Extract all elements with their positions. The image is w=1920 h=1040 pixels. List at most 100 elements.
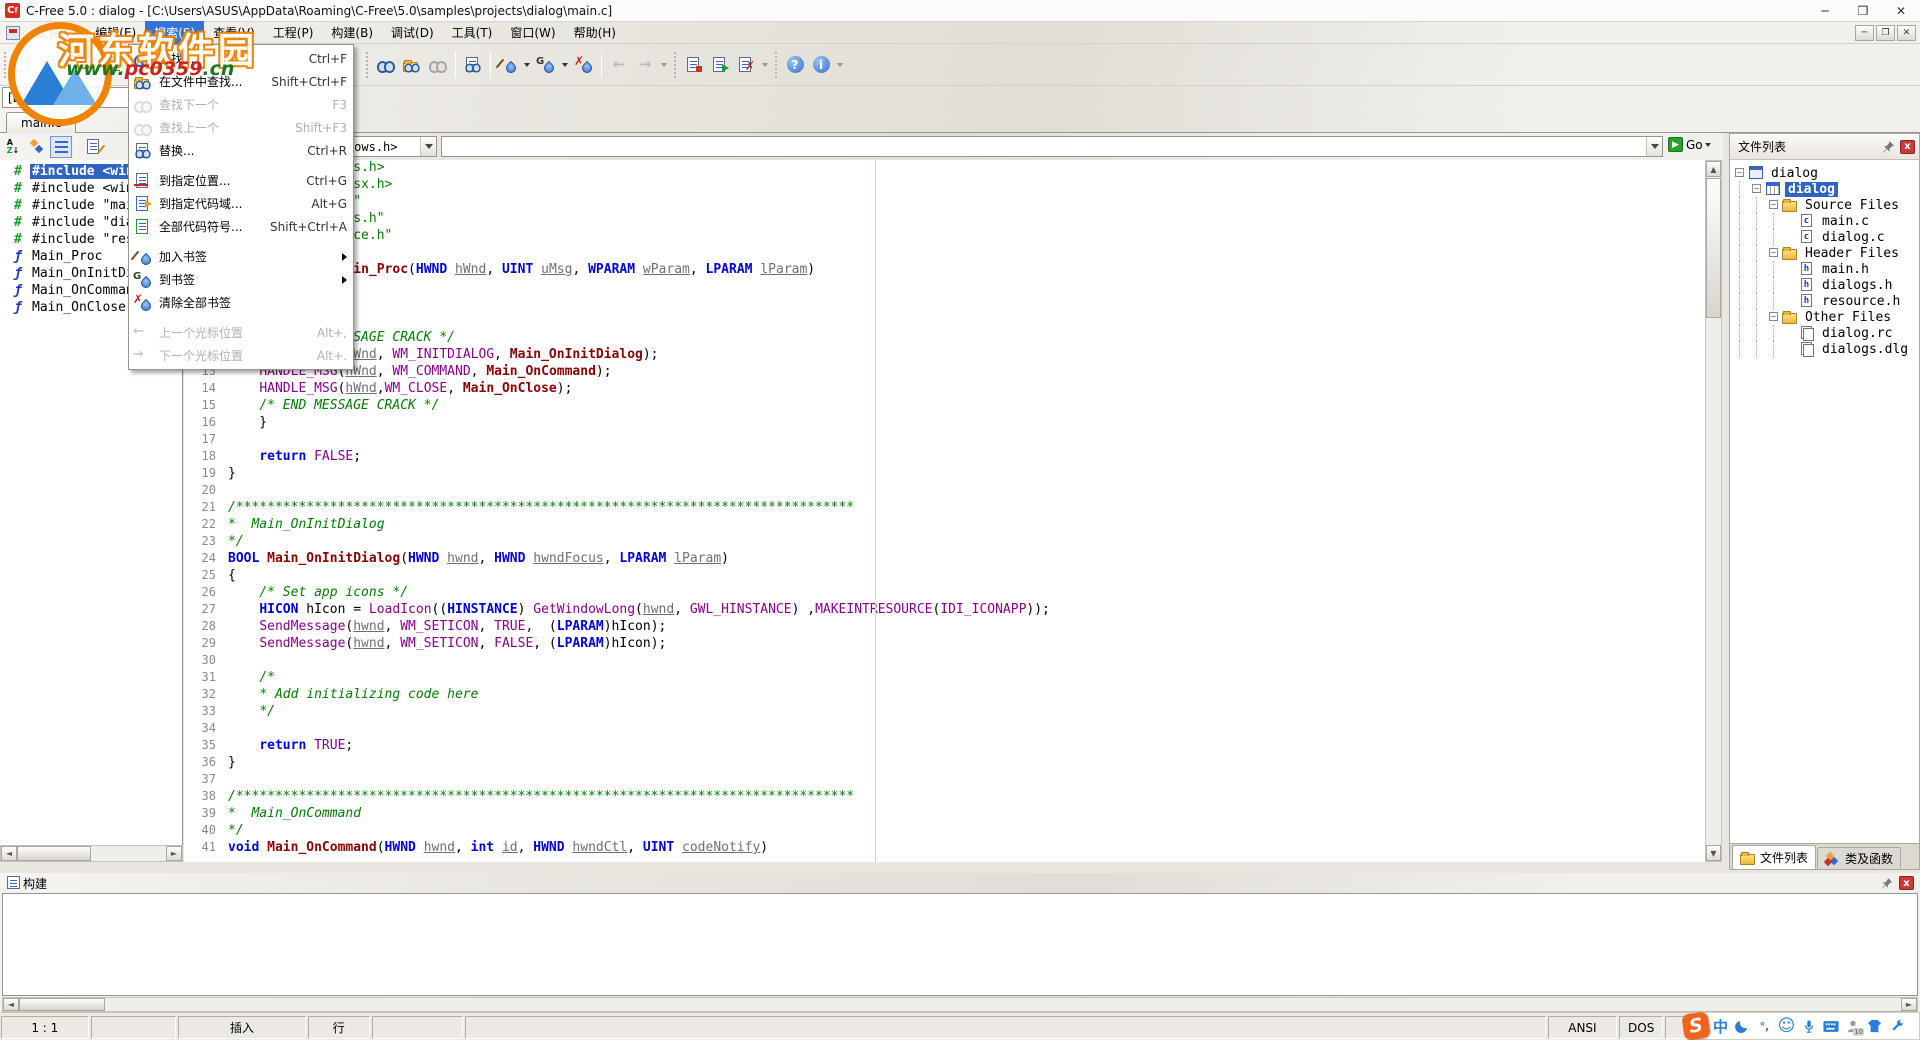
outline-button[interactable] [83, 136, 105, 158]
forward-button[interactable]: → [632, 52, 658, 78]
tab-classes-functions[interactable]: 类及函数 [1817, 847, 1901, 869]
menu-搜索S[interactable]: 搜索(S) [145, 21, 204, 44]
build-dropdown-arrow[interactable] [762, 63, 768, 67]
tree-item-Other-Files[interactable]: –Other Files [1731, 309, 1918, 325]
scroll-right-arrow[interactable]: ► [1901, 998, 1917, 1011]
expander[interactable]: – [1765, 309, 1782, 325]
collapse-icon[interactable]: – [1769, 200, 1778, 209]
scroll-left-arrow[interactable]: ◄ [3, 998, 19, 1011]
menu-调试D[interactable]: 调试(D) [382, 21, 443, 44]
panel-close-button[interactable]: x [1900, 140, 1915, 154]
menu-item-5[interactable]: 到指定位置...Ctrl+G [129, 169, 353, 192]
save-all-button[interactable] [101, 52, 127, 78]
scrollbar-thumb[interactable] [17, 846, 91, 861]
emoticon-icon[interactable]: ☺ [1776, 1015, 1797, 1037]
mdi-minimize-button[interactable]: ─ [1855, 25, 1874, 41]
minimize-button[interactable]: ─ [1806, 0, 1844, 21]
tree-item-dialogs-dlg[interactable]: dialogs.dlg [1731, 341, 1918, 357]
tab-main-c[interactable]: main.c [6, 112, 76, 133]
compile-button[interactable] [681, 52, 707, 78]
menu-item-10[interactable]: ✗清除全部书签 [129, 291, 353, 314]
collapse-icon[interactable]: – [1752, 184, 1761, 193]
bookmark-goto-dropdown-arrow[interactable] [562, 63, 568, 67]
expander[interactable]: – [1765, 245, 1782, 261]
find-next-button[interactable] [425, 52, 451, 78]
bookmark-add-button[interactable] [495, 52, 521, 78]
tree-item-dialog[interactable]: –dialog [1731, 165, 1918, 181]
bookmark-goto-button[interactable]: G [533, 52, 559, 78]
find-in-files-button[interactable] [399, 52, 425, 78]
scrollbar-thumb[interactable] [1706, 178, 1721, 318]
help-dropdown-arrow[interactable] [837, 63, 843, 67]
menu-item-7[interactable]: 全部代码符号...Shift+Ctrl+A [129, 215, 353, 238]
menu-item-9[interactable]: G到书签 [129, 268, 353, 291]
stop-build-button[interactable]: ✗ [733, 52, 759, 78]
symbol-combo[interactable] [441, 136, 1663, 157]
scroll-right-arrow[interactable]: ► [166, 846, 182, 861]
collapse-icon[interactable]: – [1735, 168, 1744, 177]
menu-item-6[interactable]: 到指定代码域...Alt+G [129, 192, 353, 215]
save-button[interactable] [75, 52, 101, 78]
menu-item-4[interactable]: 替换...Ctrl+R [129, 139, 353, 162]
tree-item-dialog[interactable]: –dialog [1731, 181, 1918, 197]
menu-item-0[interactable]: 查找...Ctrl+F [129, 47, 353, 70]
replace-button[interactable] [460, 52, 486, 78]
list-view-button[interactable] [50, 136, 72, 158]
include-combo-dropdown[interactable] [420, 137, 436, 156]
menu-构建B[interactable]: 构建(B) [322, 21, 382, 44]
toolbar-grip[interactable] [673, 52, 678, 78]
scrollbar-thumb[interactable] [19, 998, 105, 1011]
sort-alpha-button[interactable]: AZ↓ [2, 136, 24, 158]
new-file-button[interactable] [11, 52, 37, 78]
build-panel-hscrollbar[interactable]: ◄ ► [2, 997, 1918, 1012]
account-icon[interactable]: 10 [1842, 1015, 1863, 1037]
tree-item-main-h[interactable]: hmain.h [1731, 261, 1918, 277]
navigate-dropdown-arrow[interactable] [661, 63, 667, 67]
scroll-down-arrow[interactable]: ▼ [1706, 845, 1721, 861]
run-button[interactable] [707, 52, 733, 78]
open-file-button[interactable] [37, 52, 63, 78]
toolbar-grip[interactable] [365, 52, 370, 78]
chinese-mode-icon[interactable]: 中 [1710, 1015, 1731, 1037]
soft-keyboard-icon[interactable] [1820, 1015, 1841, 1037]
tree-item-dialog-c[interactable]: cdialog.c [1731, 229, 1918, 245]
symbols-panel-hscrollbar[interactable]: ◄ ► [0, 845, 183, 862]
panel-close-button[interactable]: x [1899, 876, 1914, 890]
tree-item-main-c[interactable]: cmain.c [1731, 213, 1918, 229]
pin-icon[interactable] [1879, 875, 1895, 891]
skin-icon[interactable] [1864, 1015, 1885, 1037]
sort-type-button[interactable] [26, 136, 48, 158]
punctuation-icon[interactable]: °, [1754, 1015, 1775, 1037]
toolbox-icon[interactable] [1886, 1015, 1907, 1037]
help-button[interactable]: ? [782, 52, 808, 78]
menu-文件F[interactable]: 文件(F) [28, 21, 86, 44]
tree-item-Header-Files[interactable]: –Header Files [1731, 245, 1918, 261]
scroll-left-arrow[interactable]: ◄ [1, 846, 17, 861]
expander[interactable]: – [1748, 181, 1765, 197]
menu-编辑E[interactable]: 编辑(E) [86, 21, 145, 44]
menu-查看V[interactable]: 查看(V) [204, 21, 264, 44]
menu-item-1[interactable]: 在文件中查找...Shift+Ctrl+F [129, 70, 353, 93]
editor-vscrollbar[interactable]: ▲ ▼ [1705, 160, 1722, 862]
goto-symbol-button[interactable]: ▶ Go [1668, 137, 1714, 152]
collapse-icon[interactable]: – [1769, 248, 1778, 257]
tab-file-list[interactable]: 文件列表 [1732, 845, 1816, 869]
toolbar-grip[interactable] [774, 52, 779, 78]
pin-icon[interactable] [1880, 139, 1896, 155]
find-button[interactable] [373, 52, 399, 78]
close-button[interactable]: ✕ [1882, 0, 1920, 21]
menu-item-8[interactable]: 加入书签 [129, 245, 353, 268]
menu-窗口W[interactable]: 窗口(W) [501, 21, 564, 44]
open-dropdown-arrow[interactable] [66, 63, 72, 67]
toolbar-grip[interactable] [3, 52, 8, 78]
expander[interactable]: – [1731, 165, 1748, 181]
bookmark-clear-button[interactable]: ✗ [571, 52, 597, 78]
night-mode-icon[interactable] [1732, 1015, 1753, 1037]
sogou-logo-icon[interactable]: S [1681, 1011, 1710, 1040]
bookmark-add-dropdown-arrow[interactable] [524, 63, 530, 67]
mdi-restore-button[interactable]: ❐ [1876, 25, 1895, 41]
tree-item-Source-Files[interactable]: –Source Files [1731, 197, 1918, 213]
back-button[interactable]: ← [606, 52, 632, 78]
voice-input-icon[interactable] [1798, 1015, 1819, 1037]
maximize-button[interactable]: ❐ [1844, 0, 1882, 21]
